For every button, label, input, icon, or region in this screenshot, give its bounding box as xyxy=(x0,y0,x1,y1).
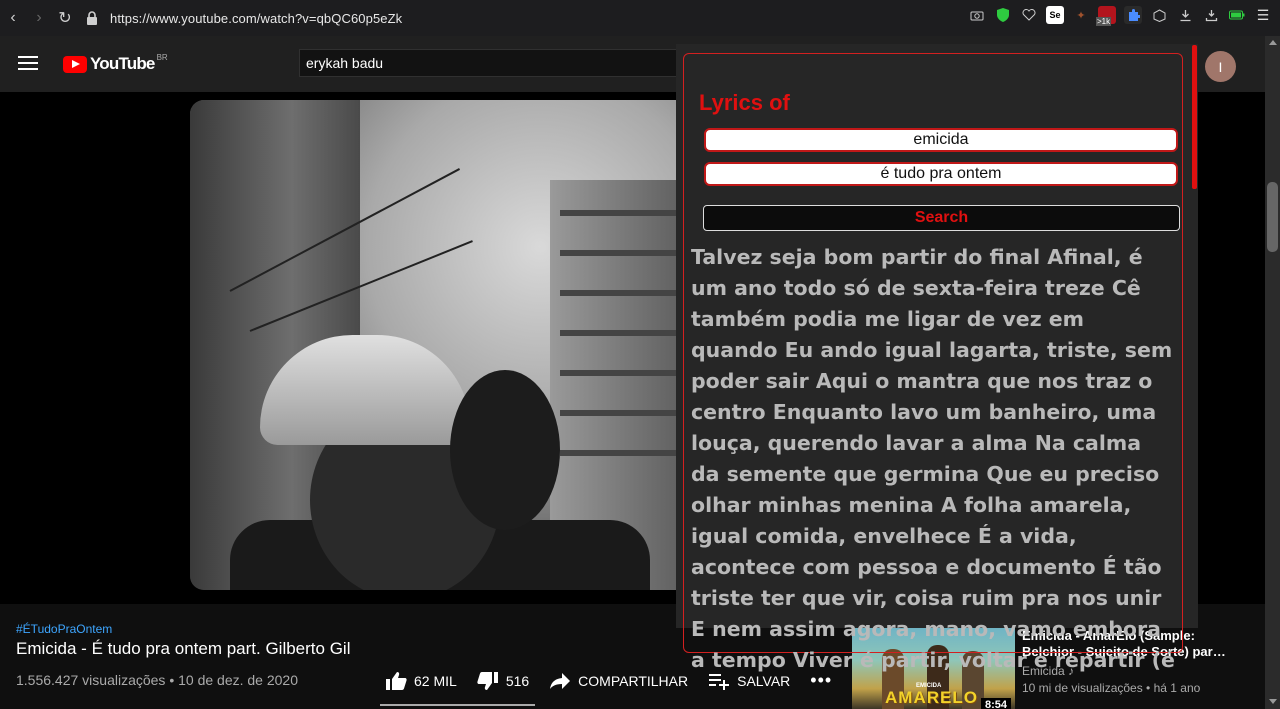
video-frame xyxy=(190,100,690,590)
se-extension-icon[interactable]: Se xyxy=(1046,6,1064,24)
share-button[interactable]: COMPARTILHAR xyxy=(549,672,688,690)
lock-icon xyxy=(87,11,97,25)
puzzle-extension-icon[interactable] xyxy=(1124,6,1142,24)
extension-icons: Se ✦ >1k ☰ xyxy=(968,6,1272,26)
country-code: BR xyxy=(156,52,168,62)
hashtag-link[interactable]: #ÉTudoPraOntem xyxy=(16,622,112,636)
lyrics-popup: Lyrics of emicida é tudo pra ontem Searc… xyxy=(676,44,1198,672)
search-input[interactable]: erykah badu xyxy=(299,49,679,77)
thumbs-down-icon xyxy=(477,671,498,690)
artist-input[interactable]: emicida xyxy=(704,128,1178,152)
browser-toolbar: ‹ › ↻ https://www.youtube.com/watch?v=qb… xyxy=(0,0,1280,36)
logo-text: YouTube xyxy=(90,54,155,73)
youtube-logo[interactable]: YouTube BR xyxy=(63,52,168,74)
dislike-count: 516 xyxy=(505,672,530,689)
heart-icon[interactable] xyxy=(1020,6,1038,24)
page-scrollbar[interactable] xyxy=(1265,36,1280,709)
reload-icon[interactable]: ↻ xyxy=(52,5,78,31)
ublock-icon[interactable]: >1k xyxy=(1096,6,1116,26)
lyrics-text: Talvez seja bom partir do final Afinal, … xyxy=(691,245,1175,672)
views-date: 1.556.427 visualizações • 10 de dez. de … xyxy=(16,672,298,688)
ext-badge: >1k xyxy=(1096,17,1112,26)
menu-icon[interactable]: ☰ xyxy=(1254,6,1272,24)
share-icon xyxy=(550,672,571,689)
share-label: COMPARTILHAR xyxy=(578,672,689,689)
camera-icon[interactable] xyxy=(968,6,986,24)
scrollbar-thumb[interactable] xyxy=(1267,182,1278,252)
battery-icon xyxy=(1228,6,1246,24)
popup-title: Lyrics of xyxy=(699,90,790,115)
video-title: Emicida - É tudo pra ontem part. Gilbert… xyxy=(16,639,351,658)
hamburger-menu-icon[interactable] xyxy=(18,56,38,74)
youtube-play-icon xyxy=(63,55,87,73)
like-ratio-bar xyxy=(380,704,535,706)
address-bar[interactable]: https://www.youtube.com/watch?v=qbQC60p5… xyxy=(86,11,402,26)
scroll-down-icon[interactable] xyxy=(1269,699,1277,704)
leaf-extension-icon[interactable]: ✦ xyxy=(1072,6,1090,24)
shield-icon[interactable] xyxy=(994,6,1012,24)
download-tray-icon[interactable] xyxy=(1202,6,1220,24)
popup-scrollbar[interactable] xyxy=(1192,45,1197,189)
forward-icon[interactable]: › xyxy=(26,5,52,31)
scroll-up-icon[interactable] xyxy=(1269,40,1277,45)
box-icon[interactable] xyxy=(1150,6,1168,24)
dislike-button[interactable]: 516 xyxy=(477,671,529,691)
download-icon[interactable] xyxy=(1176,6,1194,24)
recommended-meta: 10 mi de visualizações • há 1 ano xyxy=(1022,681,1201,695)
search-button[interactable]: Search xyxy=(703,205,1180,231)
video-duration: 8:54 xyxy=(981,698,1012,709)
thumb-title-text: AMARELO xyxy=(885,688,978,707)
avatar[interactable]: I xyxy=(1205,51,1236,82)
video-person-head-2 xyxy=(450,370,560,530)
like-button[interactable]: 62 MIL xyxy=(385,671,457,691)
back-icon[interactable]: ‹ xyxy=(0,5,26,31)
song-input[interactable]: é tudo pra ontem xyxy=(704,162,1178,186)
thumbs-up-icon xyxy=(386,671,407,690)
like-count: 62 MIL xyxy=(414,672,457,689)
url-text: https://www.youtube.com/watch?v=qbQC60p5… xyxy=(110,10,403,26)
